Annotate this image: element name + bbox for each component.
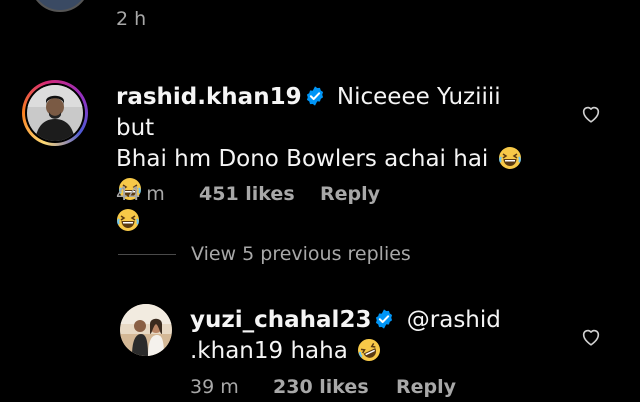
yuzi-username[interactable]: yuzi_chahal23 [190, 307, 371, 333]
verified-badge-icon [306, 86, 323, 106]
previous-comment-time: 2 h [116, 8, 147, 30]
replies-divider-line [118, 254, 176, 255]
rolling-on-floor-laughing-emoji-icon [358, 339, 381, 361]
like-heart-icon[interactable] [580, 103, 602, 125]
grinning-squinting-face-emoji-icon [117, 209, 139, 231]
reply-comment-body: yuzi_chahal23 @rashid .khan19 haha [190, 305, 560, 367]
grinning-squinting-face-emoji-icon [498, 147, 521, 169]
reply-reply-button[interactable]: Reply [396, 376, 456, 398]
reply-time: 39 m [190, 376, 239, 398]
rashid-username[interactable]: rashid.khan19 [116, 84, 302, 110]
comment-text-line2: Bhai hm Dono Bowlers achai hai [116, 146, 489, 172]
like-heart-icon[interactable] [580, 326, 602, 348]
rashid-avatar[interactable] [22, 80, 88, 146]
reply-text: haha [290, 338, 348, 364]
comment-time: 44 m [116, 183, 165, 205]
previous-commenter-avatar[interactable] [30, 0, 90, 12]
view-previous-replies-button[interactable]: View 5 previous replies [191, 243, 411, 265]
reply-likes-count[interactable]: 230 likes [273, 376, 369, 398]
yuzi-avatar[interactable] [120, 304, 172, 356]
mention-link-continued[interactable]: .khan19 [190, 338, 283, 364]
main-comment-body: rashid.khan19 Niceeee Yuziiii but Bhai h… [116, 82, 546, 237]
mention-link[interactable]: @rashid [407, 307, 501, 333]
comment-reply-button[interactable]: Reply [320, 183, 380, 205]
verified-badge-icon [376, 309, 393, 329]
comment-likes-count[interactable]: 451 likes [199, 183, 295, 205]
